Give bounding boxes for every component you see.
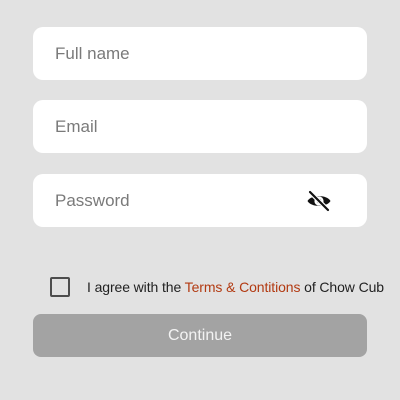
eye-off-icon[interactable] [305, 187, 333, 215]
terms-prefix: I agree with the [87, 279, 182, 295]
password-input[interactable] [55, 174, 297, 227]
terms-link[interactable]: Terms & Contitions [185, 279, 301, 295]
terms-suffix: of Chow Cub [304, 279, 384, 295]
email-input[interactable] [55, 100, 333, 153]
continue-button[interactable]: Continue [33, 314, 367, 357]
full-name-input[interactable] [55, 27, 333, 80]
signup-form: I agree with the Terms & Contitions of C… [0, 0, 400, 400]
terms-agreement: I agree with the Terms & Contitions of C… [50, 276, 384, 298]
terms-checkbox[interactable] [50, 277, 70, 297]
terms-text: I agree with the Terms & Contitions of C… [87, 279, 384, 295]
email-field-container [33, 100, 367, 153]
password-field-container [33, 174, 367, 227]
full-name-field-container [33, 27, 367, 80]
